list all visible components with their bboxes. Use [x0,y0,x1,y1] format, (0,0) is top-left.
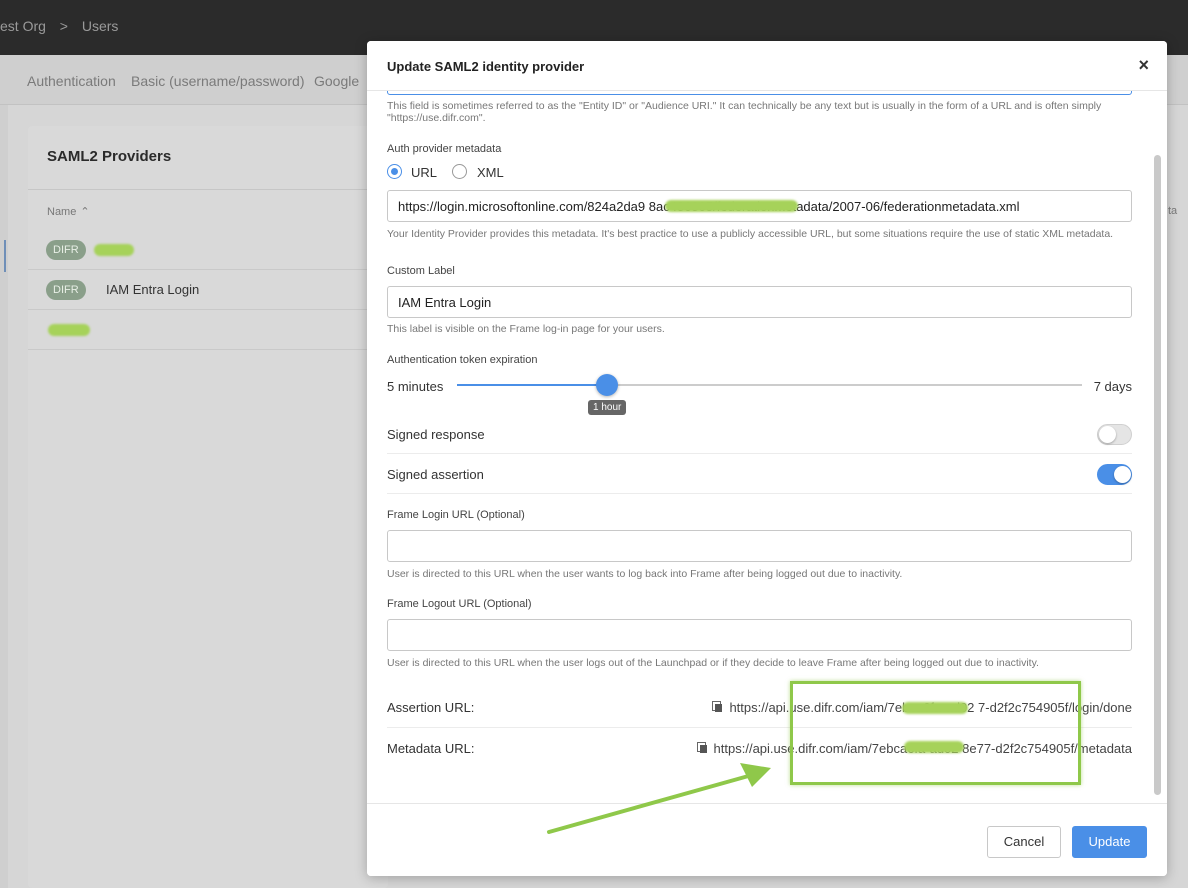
table-row[interactable]: DIFR IAM Entra Login [28,270,388,310]
token-min-label: 5 minutes [387,379,444,394]
signed-assertion-label: Signed assertion [387,467,484,482]
table-row[interactable] [28,310,388,350]
provider-name: IAM Entra Login [106,282,200,297]
card-divider [28,189,388,190]
update-button[interactable]: Update [1072,826,1147,858]
provider-badge: DIFR [46,280,86,300]
right-background: ta [1168,126,1188,888]
radio-url-label[interactable]: URL [411,165,437,180]
frame-login-url-help: User is directed to this URL when the us… [387,568,903,580]
subnav-google[interactable]: Google [314,73,359,89]
provider-badge: DIFR [46,240,86,260]
entity-id-help: This field is sometimes referred to as t… [387,100,1102,124]
frame-logout-url-input[interactable] [387,619,1132,651]
custom-label-input[interactable]: IAM Entra Login [387,286,1132,318]
close-icon[interactable]: × [1138,55,1149,76]
redaction-mark [665,200,798,212]
token-expiration-label: Authentication token expiration [387,354,538,366]
toggle-knob [1114,466,1131,483]
token-slider-track[interactable] [457,384,1082,386]
modal-header: Update SAML2 identity provider × [367,41,1167,91]
signed-assertion-toggle[interactable] [1097,464,1132,485]
breadcrumb-org[interactable]: est Org [0,18,46,34]
token-slider-handle[interactable] [596,374,618,396]
table-row[interactable]: DIFR [28,230,388,270]
divider [387,493,1132,494]
subnav-basic[interactable]: Basic (username/password) [131,73,305,89]
metadata-label: Auth provider metadata [387,143,502,155]
frame-logout-url-label: Frame Logout URL (Optional) [387,598,532,610]
radio-url[interactable] [387,164,402,179]
copy-icon[interactable] [712,701,724,713]
token-slider-tooltip: 1 hour [588,400,627,415]
frame-logout-url-help: User is directed to this URL when the us… [387,657,1039,669]
metadata-help: Your Identity Provider provides this met… [387,228,1114,240]
breadcrumb-users[interactable]: Users [82,18,119,34]
subnav-authentication[interactable]: Authentication [27,73,116,89]
annotation-highlight-box [790,681,1081,785]
column-header-fragment: ta [1168,205,1178,217]
radio-xml[interactable] [452,164,467,179]
redaction-mark [94,244,134,256]
column-header-name[interactable]: Name ⌃ [47,205,90,218]
modal-scrollbar[interactable] [1154,151,1162,799]
toggle-knob [1099,426,1116,443]
cancel-button[interactable]: Cancel [987,826,1061,858]
signed-response-label: Signed response [387,427,485,442]
signed-response-toggle[interactable] [1097,424,1132,445]
metadata-url-label: Metadata URL: [387,741,475,756]
sort-icon[interactable]: ⌃ [80,206,89,218]
left-gutter [0,105,8,888]
token-slider-fill [457,384,607,386]
frame-login-url-label: Frame Login URL (Optional) [387,509,525,521]
copy-icon[interactable] [696,742,709,754]
card-title: SAML2 Providers [47,148,172,165]
custom-label-help: This label is visible on the Frame log-i… [387,323,665,335]
breadcrumb-separator: > [59,18,68,34]
assertion-url-label: Assertion URL: [387,700,475,715]
custom-label-label: Custom Label [387,265,455,277]
redaction-mark [48,324,90,336]
frame-login-url-input[interactable] [387,530,1132,562]
token-max-label: 7 days [1093,379,1132,394]
breadcrumb: est Org > Users [0,18,128,34]
entity-id-input[interactable] [387,91,1132,95]
divider [387,453,1132,454]
selection-indicator [4,240,6,272]
saml2-providers-card: SAML2 Providers Name ⌃ DIFR DIFR IAM Entr… [28,126,388,888]
scrollbar-thumb[interactable] [1154,155,1161,795]
modal-footer: Cancel Update [367,803,1167,876]
modal-title: Update SAML2 identity provider [387,59,585,74]
radio-xml-label[interactable]: XML [477,165,504,180]
